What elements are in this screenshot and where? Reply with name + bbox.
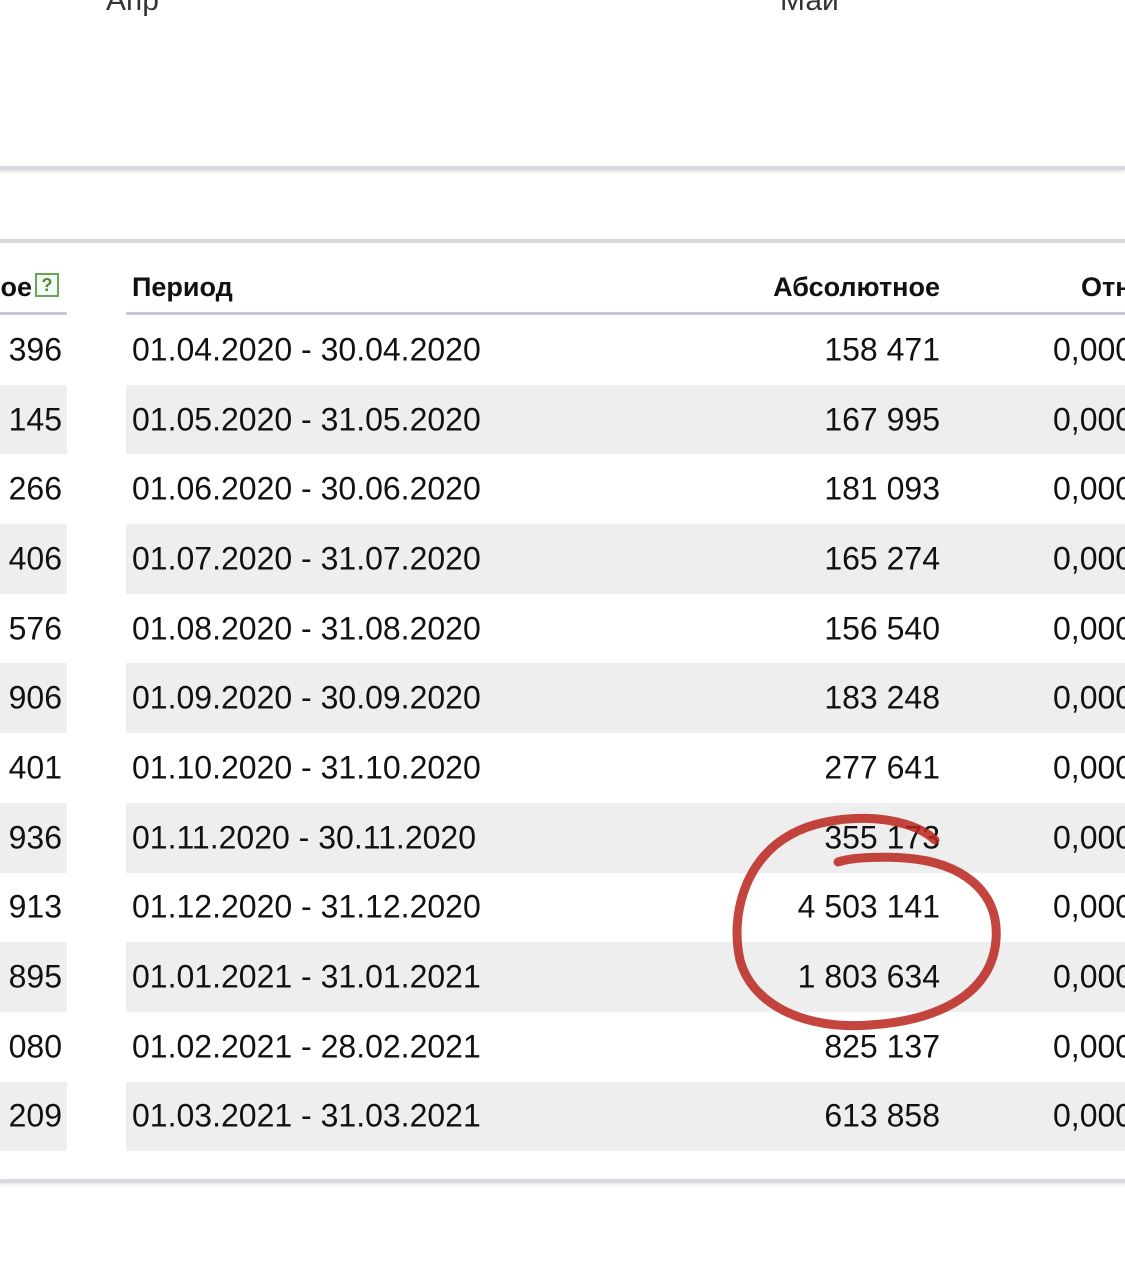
table-row: 080 01.02.2021 - 28.02.2021 825 137 0,000: [0, 1012, 1125, 1082]
cell-period: 01.05.2020 - 31.05.2020: [132, 401, 481, 438]
table-row: 906 01.09.2020 - 30.09.2020 183 248 0,000: [0, 663, 1125, 734]
table-row: 266 01.06.2020 - 30.06.2020 181 093 0,000: [0, 454, 1125, 524]
cell-period: 01.03.2021 - 31.03.2021: [132, 1097, 481, 1134]
cell-absolute: 167 995: [824, 401, 940, 438]
cell-left-value: 576: [8, 610, 62, 647]
cell-relative: 0,000: [1053, 1097, 1125, 1134]
cell-absolute: 156 540: [824, 610, 940, 647]
cell-period: 01.02.2021 - 28.02.2021: [132, 1028, 481, 1065]
cell-period: 01.12.2020 - 31.12.2020: [132, 888, 481, 925]
cell-left-value: 406: [8, 540, 62, 577]
cell-relative: 0,000: [1053, 958, 1125, 995]
cell-left-value: 906: [8, 679, 62, 716]
cell-absolute: 165 274: [824, 540, 940, 577]
section-divider: [0, 239, 1125, 243]
cell-left-value: 209: [8, 1097, 62, 1134]
cell-period: 01.11.2020 - 30.11.2020: [132, 819, 476, 856]
cell-relative: 0,000: [1053, 470, 1125, 507]
cell-left-value: 396: [8, 331, 62, 368]
table-row: 936 01.11.2020 - 30.11.2020 355 173 0,000: [0, 802, 1125, 873]
cell-absolute: 183 248: [824, 679, 940, 716]
cell-relative: 0,000: [1053, 610, 1125, 647]
table-row: 895 01.01.2021 - 31.01.2021 1 803 634 0,000: [0, 942, 1125, 1012]
cell-absolute: 355 173: [824, 819, 940, 856]
cell-absolute: 158 471: [824, 331, 940, 368]
cell-period: 01.06.2020 - 30.06.2020: [132, 470, 481, 507]
table-row: 576 01.08.2020 - 31.08.2020 156 540 0,000: [0, 594, 1125, 664]
section-divider: [0, 1179, 1125, 1183]
table-row: 401 01.10.2020 - 31.10.2020 277 641 0,000: [0, 733, 1125, 803]
cell-absolute: 277 641: [824, 749, 940, 786]
section-divider: [0, 166, 1125, 170]
cell-left-value: 936: [8, 819, 62, 856]
column-header-absolute[interactable]: Абсолютное: [773, 272, 940, 303]
axis-label-apr: Апр: [106, 0, 159, 17]
table-row: 913 01.12.2020 - 31.12.2020 4 503 141 0,000: [0, 873, 1125, 943]
column-header-relative[interactable]: Отн: [1081, 272, 1125, 303]
cell-period: 01.04.2020 - 30.04.2020: [132, 331, 481, 368]
cell-left-value: 266: [8, 470, 62, 507]
table-body: 396 01.04.2020 - 30.04.2020 158 471 0,000 14…: [0, 315, 1125, 1152]
cell-relative: 0,000: [1053, 888, 1125, 925]
table-row: 406 01.07.2020 - 31.07.2020 165 274 0,000: [0, 524, 1125, 594]
table-header: ое ? Период Абсолютное Отн: [0, 262, 1125, 316]
cell-relative: 0,000: [1053, 401, 1125, 438]
cell-period: 01.01.2021 - 31.01.2021: [132, 958, 481, 995]
cell-relative: 0,000: [1053, 679, 1125, 716]
cell-absolute: 1 803 634: [797, 958, 940, 995]
cell-absolute: 4 503 141: [797, 888, 940, 925]
cell-period: 01.08.2020 - 31.08.2020: [132, 610, 481, 647]
cell-period: 01.07.2020 - 31.07.2020: [132, 540, 481, 577]
cell-period: 01.10.2020 - 31.10.2020: [132, 749, 481, 786]
cell-left-value: 145: [8, 401, 62, 438]
cell-absolute: 181 093: [824, 470, 940, 507]
cell-relative: 0,000: [1053, 749, 1125, 786]
table-row: 209 01.03.2021 - 31.03.2021 613 858 0,000: [0, 1081, 1125, 1152]
cell-left-value: 401: [8, 749, 62, 786]
cell-left-value: 913: [8, 888, 62, 925]
cell-left-value: 080: [8, 1028, 62, 1065]
table-row: 145 01.05.2020 - 31.05.2020 167 995 0,000: [0, 384, 1125, 455]
table-row: 396 01.04.2020 - 30.04.2020 158 471 0,000: [0, 315, 1125, 385]
column-header-period[interactable]: Период: [132, 272, 233, 303]
cell-relative: 0,000: [1053, 540, 1125, 577]
cell-period: 01.09.2020 - 30.09.2020: [132, 679, 481, 716]
cell-left-value: 895: [8, 958, 62, 995]
column-header-left: ое: [0, 272, 32, 302]
cell-relative: 0,000: [1053, 819, 1125, 856]
cell-relative: 0,000: [1053, 331, 1125, 368]
cell-absolute: 613 858: [824, 1097, 940, 1134]
axis-label-may: Май: [780, 0, 839, 17]
cell-absolute: 825 137: [824, 1028, 940, 1065]
help-icon[interactable]: ?: [35, 273, 59, 297]
cell-relative: 0,000: [1053, 1028, 1125, 1065]
